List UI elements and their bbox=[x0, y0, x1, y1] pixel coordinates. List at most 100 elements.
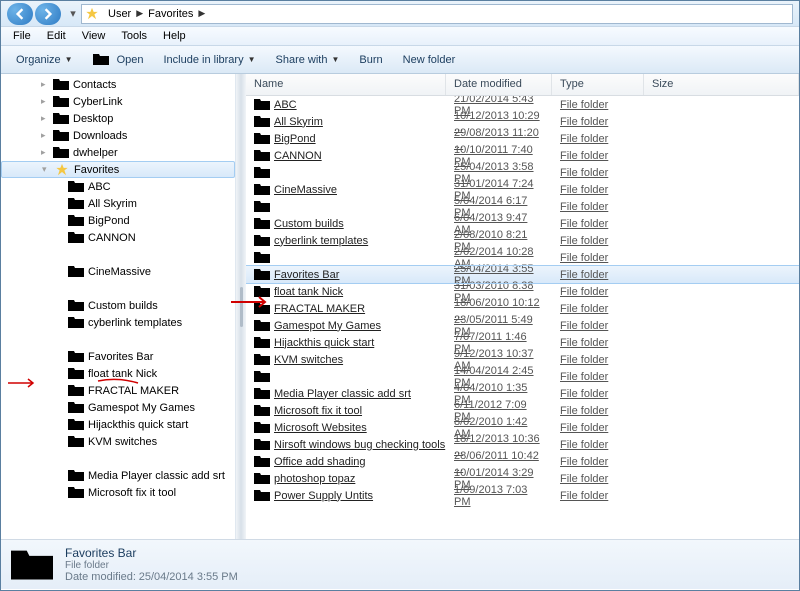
folder-icon bbox=[254, 472, 270, 485]
column-type[interactable]: Type bbox=[552, 74, 644, 95]
expand-arrow-icon[interactable]: ▸ bbox=[41, 147, 53, 158]
column-size[interactable]: Size bbox=[644, 74, 799, 95]
file-type: File folder bbox=[552, 184, 644, 196]
expand-arrow-icon[interactable]: ▸ bbox=[41, 96, 53, 107]
tree-item[interactable]: ▸Desktop bbox=[1, 110, 235, 127]
tree-label: Hijackthis quick start bbox=[88, 419, 188, 431]
tree-item[interactable]: ▸Contacts bbox=[1, 76, 235, 93]
folder-icon bbox=[254, 455, 270, 468]
file-type: File folder bbox=[552, 116, 644, 128]
tree-label: KVM switches bbox=[88, 436, 157, 448]
menu-tools[interactable]: Tools bbox=[113, 28, 155, 44]
tree-item[interactable]: Microsoft fix it tool bbox=[1, 484, 235, 501]
new-folder-button[interactable]: New folder bbox=[394, 51, 465, 69]
tree-item[interactable]: Gamespot My Games bbox=[1, 399, 235, 416]
tree-label: Favorites Bar bbox=[88, 351, 153, 363]
file-name: BigPond bbox=[274, 133, 316, 145]
tree-label: BigPond bbox=[88, 215, 130, 227]
details-type: File folder bbox=[65, 560, 238, 571]
folder-icon bbox=[254, 166, 270, 179]
tree-item[interactable]: BigPond bbox=[1, 212, 235, 229]
chevron-right-icon[interactable]: ▶ bbox=[135, 8, 144, 19]
splitter[interactable] bbox=[236, 74, 246, 539]
file-type: File folder bbox=[552, 269, 644, 281]
list-row[interactable]: Power Supply Untits1/09/2013 7:03 PMFile… bbox=[246, 487, 799, 504]
tree-item[interactable]: KVM switches bbox=[1, 433, 235, 450]
menu-view[interactable]: View bbox=[74, 28, 114, 44]
tree-item[interactable]: ▸CyberLink bbox=[1, 93, 235, 110]
navigation-tree[interactable]: ▸Contacts▸CyberLink▸Desktop▸Downloads▸dw… bbox=[1, 74, 236, 539]
tree-item[interactable] bbox=[1, 331, 235, 348]
tree-item[interactable]: CineMassive bbox=[1, 263, 235, 280]
file-type: File folder bbox=[552, 473, 644, 485]
tree-item[interactable] bbox=[1, 280, 235, 297]
menu-edit[interactable]: Edit bbox=[39, 28, 74, 44]
file-type: File folder bbox=[552, 456, 644, 468]
tree-item[interactable]: ▸dwhelper bbox=[1, 144, 235, 161]
column-name[interactable]: Name bbox=[246, 74, 446, 95]
tree-item[interactable]: Media Player classic add srt bbox=[1, 467, 235, 484]
burn-button[interactable]: Burn bbox=[350, 51, 391, 69]
tree-item[interactable]: All Skyrim bbox=[1, 195, 235, 212]
folder-icon bbox=[11, 546, 53, 584]
file-type: File folder bbox=[552, 337, 644, 349]
toolbar: Organize▼ Open Include in library▼ Share… bbox=[1, 46, 799, 74]
tree-label: FRACTAL MAKER bbox=[88, 385, 179, 397]
favorites-icon bbox=[84, 7, 100, 20]
include-library-button[interactable]: Include in library▼ bbox=[154, 51, 264, 69]
breadcrumb-segment[interactable]: Favorites bbox=[144, 5, 197, 23]
nav-history-dropdown[interactable]: ▾ bbox=[67, 4, 79, 24]
menu-help[interactable]: Help bbox=[155, 28, 194, 44]
tree-item[interactable]: ▸ Downloads bbox=[1, 127, 235, 144]
tree-item[interactable]: Custom builds bbox=[1, 297, 235, 314]
file-type: File folder bbox=[552, 388, 644, 400]
organize-button[interactable]: Organize▼ bbox=[7, 51, 82, 69]
file-list[interactable]: Name Date modified Type Size ABC21/02/20… bbox=[246, 74, 799, 539]
expand-arrow-icon[interactable]: ▸ bbox=[41, 130, 53, 141]
share-with-button[interactable]: Share with▼ bbox=[267, 51, 349, 69]
expand-arrow-icon[interactable]: ▸ bbox=[41, 79, 53, 90]
tree-item[interactable] bbox=[1, 246, 235, 263]
breadcrumb-segment[interactable]: User bbox=[104, 5, 135, 23]
chevron-right-icon[interactable]: ▶ bbox=[197, 8, 206, 19]
folder-icon bbox=[254, 115, 270, 128]
file-type: File folder bbox=[552, 150, 644, 162]
tree-label: Downloads bbox=[73, 130, 127, 142]
address-bar[interactable]: User ▶ Favorites ▶ bbox=[81, 4, 793, 24]
expand-arrow-icon[interactable]: ▾ bbox=[42, 164, 54, 175]
tree-item[interactable]: ▾Favorites bbox=[1, 161, 235, 178]
open-button[interactable]: Open bbox=[84, 50, 153, 69]
tree-item[interactable]: CANNON bbox=[1, 229, 235, 246]
file-type: File folder bbox=[552, 286, 644, 298]
file-type: File folder bbox=[552, 133, 644, 145]
column-date[interactable]: Date modified bbox=[446, 74, 552, 95]
file-name: Custom builds bbox=[274, 218, 344, 230]
tree-label: CineMassive bbox=[88, 266, 151, 278]
expand-arrow-icon[interactable]: ▸ bbox=[41, 113, 53, 124]
folder-icon bbox=[254, 132, 270, 145]
tree-item[interactable] bbox=[1, 450, 235, 467]
file-type: File folder bbox=[552, 422, 644, 434]
tree-item[interactable]: ABC bbox=[1, 178, 235, 195]
tree-item[interactable]: cyberlink templates bbox=[1, 314, 235, 331]
tree-item[interactable]: FRACTAL MAKER bbox=[1, 382, 235, 399]
tree-item[interactable]: float tank Nick bbox=[1, 365, 235, 382]
file-name: Power Supply Untits bbox=[274, 490, 373, 502]
tree-item[interactable]: Favorites Bar bbox=[1, 348, 235, 365]
file-type: File folder bbox=[552, 490, 644, 502]
file-type: File folder bbox=[552, 405, 644, 417]
file-type: File folder bbox=[552, 218, 644, 230]
file-name: CineMassive bbox=[274, 184, 337, 196]
folder-icon bbox=[254, 183, 270, 196]
file-name: float tank Nick bbox=[274, 286, 343, 298]
open-icon bbox=[93, 53, 109, 66]
file-type: File folder bbox=[552, 252, 644, 264]
folder-icon bbox=[254, 268, 270, 281]
column-headers: Name Date modified Type Size bbox=[246, 74, 799, 96]
back-button[interactable] bbox=[7, 3, 33, 25]
menu-file[interactable]: File bbox=[5, 28, 39, 44]
tree-label: ABC bbox=[88, 181, 111, 193]
file-type: File folder bbox=[552, 354, 644, 366]
tree-item[interactable]: Hijackthis quick start bbox=[1, 416, 235, 433]
forward-button[interactable] bbox=[35, 3, 61, 25]
